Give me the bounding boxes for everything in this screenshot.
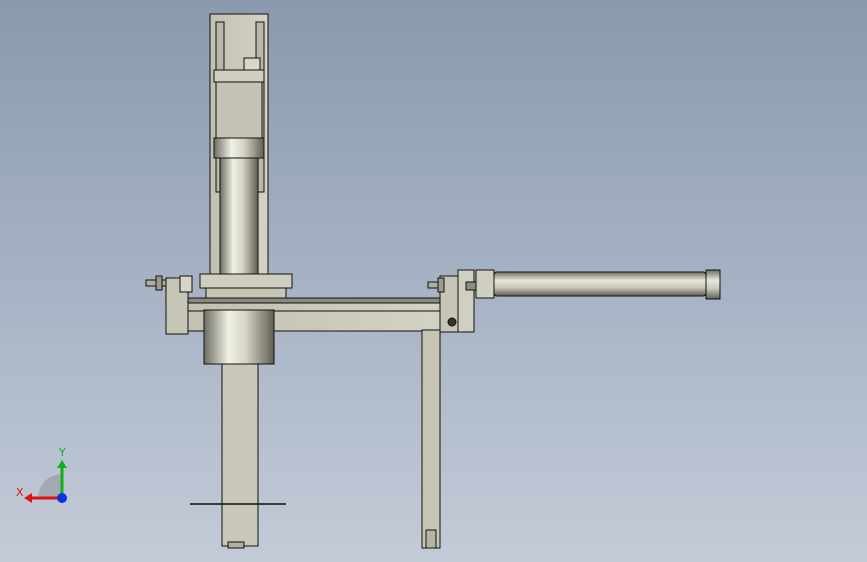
lower-vertical-shaft[interactable] (190, 363, 286, 549)
right-support-leg[interactable] (421, 329, 441, 549)
cad-model-viewport[interactable]: X Y (0, 0, 867, 562)
y-axis-label: Y (58, 446, 66, 459)
upper-clamp-collar[interactable] (199, 273, 293, 301)
motor-block[interactable] (213, 57, 265, 159)
lower-cylinder-body[interactable] (203, 309, 275, 365)
x-axis-label: X (16, 486, 24, 499)
left-end-bracket[interactable] (145, 275, 193, 335)
coordinate-triad: X Y (16, 446, 67, 503)
horizontal-air-cylinder[interactable] (465, 269, 721, 300)
